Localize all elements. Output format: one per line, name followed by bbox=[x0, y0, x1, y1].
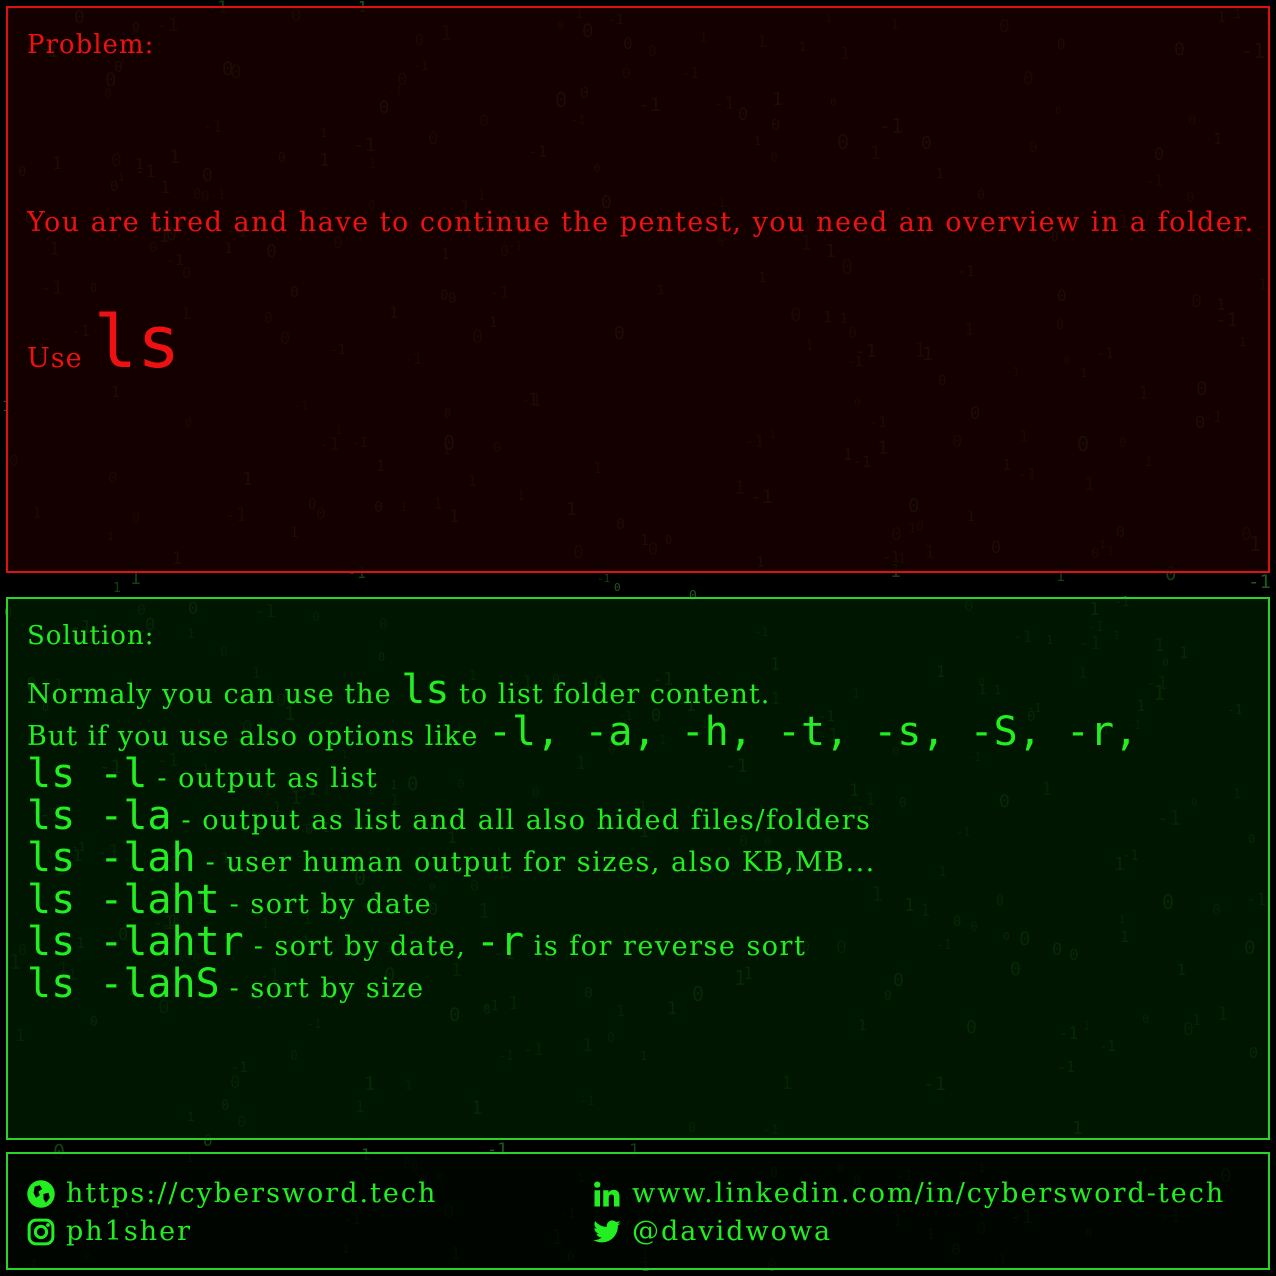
problem-heading: Problem: bbox=[27, 30, 155, 60]
website-link[interactable]: https://cybersword.tech bbox=[26, 1178, 437, 1209]
linkedin-icon bbox=[594, 1181, 620, 1206]
binary-digit: 1 bbox=[113, 581, 121, 596]
intro-pre-text: Normaly you can use the bbox=[27, 679, 392, 710]
use-label: Use bbox=[27, 343, 83, 374]
reverse-description: is for reverse sort bbox=[533, 931, 807, 962]
command-description: - sort by size bbox=[229, 973, 425, 1004]
use-command: ls bbox=[93, 300, 181, 384]
reverse-option: -r bbox=[475, 919, 525, 965]
solution-heading: Solution: bbox=[27, 621, 155, 651]
problem-panel: Problem: You are tired and have to conti… bbox=[6, 6, 1270, 573]
command-row: ls -la - output as list and all also hide… bbox=[27, 795, 1267, 837]
solution-options-line: But if you use also options like -l, -a,… bbox=[27, 711, 1267, 753]
command-name: ls -la bbox=[27, 793, 172, 839]
command-name: ls -lahS bbox=[27, 961, 220, 1007]
command-description: - output as list bbox=[157, 763, 379, 794]
command-description: - sort by date, bbox=[253, 931, 467, 962]
command-name: ls -l bbox=[27, 751, 148, 797]
command-name: ls -laht bbox=[27, 877, 220, 923]
solution-lines: Normaly you can use the ls to list folde… bbox=[27, 669, 1267, 1005]
command-row: ls -lahS - sort by size bbox=[27, 963, 1267, 1005]
command-row: ls -lah - user human output for sizes, al… bbox=[27, 837, 1267, 879]
intro-command: ls bbox=[401, 667, 450, 713]
instagram-link[interactable]: ph1sher bbox=[26, 1216, 192, 1247]
twitter-link[interactable]: @davidwowa bbox=[592, 1216, 832, 1247]
command-name: ls -lahtr bbox=[27, 919, 244, 965]
binary-digit: -1 bbox=[597, 572, 610, 585]
twitter-handle: @davidwowa bbox=[632, 1216, 833, 1247]
instagram-icon bbox=[27, 1218, 55, 1245]
problem-description: You are tired and have to continue the p… bbox=[27, 207, 1255, 238]
intro-post-text: to list folder content. bbox=[459, 679, 771, 710]
command-row: ls -laht - sort by date bbox=[27, 879, 1267, 921]
instagram-handle: ph1sher bbox=[66, 1216, 192, 1247]
solution-panel: Solution: Normaly you can use the ls to … bbox=[6, 597, 1270, 1140]
globe-icon bbox=[27, 1179, 55, 1208]
command-row: ls -l - output as list bbox=[27, 753, 1267, 795]
binary-digit: -1 bbox=[1248, 571, 1271, 593]
linkedin-link[interactable]: www.linkedin.com/in/cybersword-tech bbox=[592, 1178, 1225, 1209]
solution-intro-line: Normaly you can use the ls to list folde… bbox=[27, 669, 1267, 711]
options-pre-text: But if you use also options like bbox=[27, 721, 479, 752]
footer-panel: https://cybersword.tech ph1sher www.link… bbox=[6, 1152, 1270, 1270]
command-row: ls -lahtr - sort by date, -r is for rever… bbox=[27, 921, 1267, 963]
binary-digit: 0 bbox=[614, 581, 621, 594]
command-description: - sort by date bbox=[229, 889, 433, 920]
command-name: ls -lah bbox=[27, 835, 196, 881]
options-list: -l, -a, -h, -t, -s, -S, -r, bbox=[487, 709, 1139, 755]
use-command-line: Use ls bbox=[27, 300, 180, 384]
linkedin-url: www.linkedin.com/in/cybersword-tech bbox=[632, 1178, 1226, 1209]
command-description: - output as list and all also hided file… bbox=[181, 805, 872, 836]
command-description: - user human output for sizes, also KB,M… bbox=[205, 847, 876, 878]
twitter-icon bbox=[593, 1219, 621, 1242]
website-url: https://cybersword.tech bbox=[66, 1178, 438, 1209]
